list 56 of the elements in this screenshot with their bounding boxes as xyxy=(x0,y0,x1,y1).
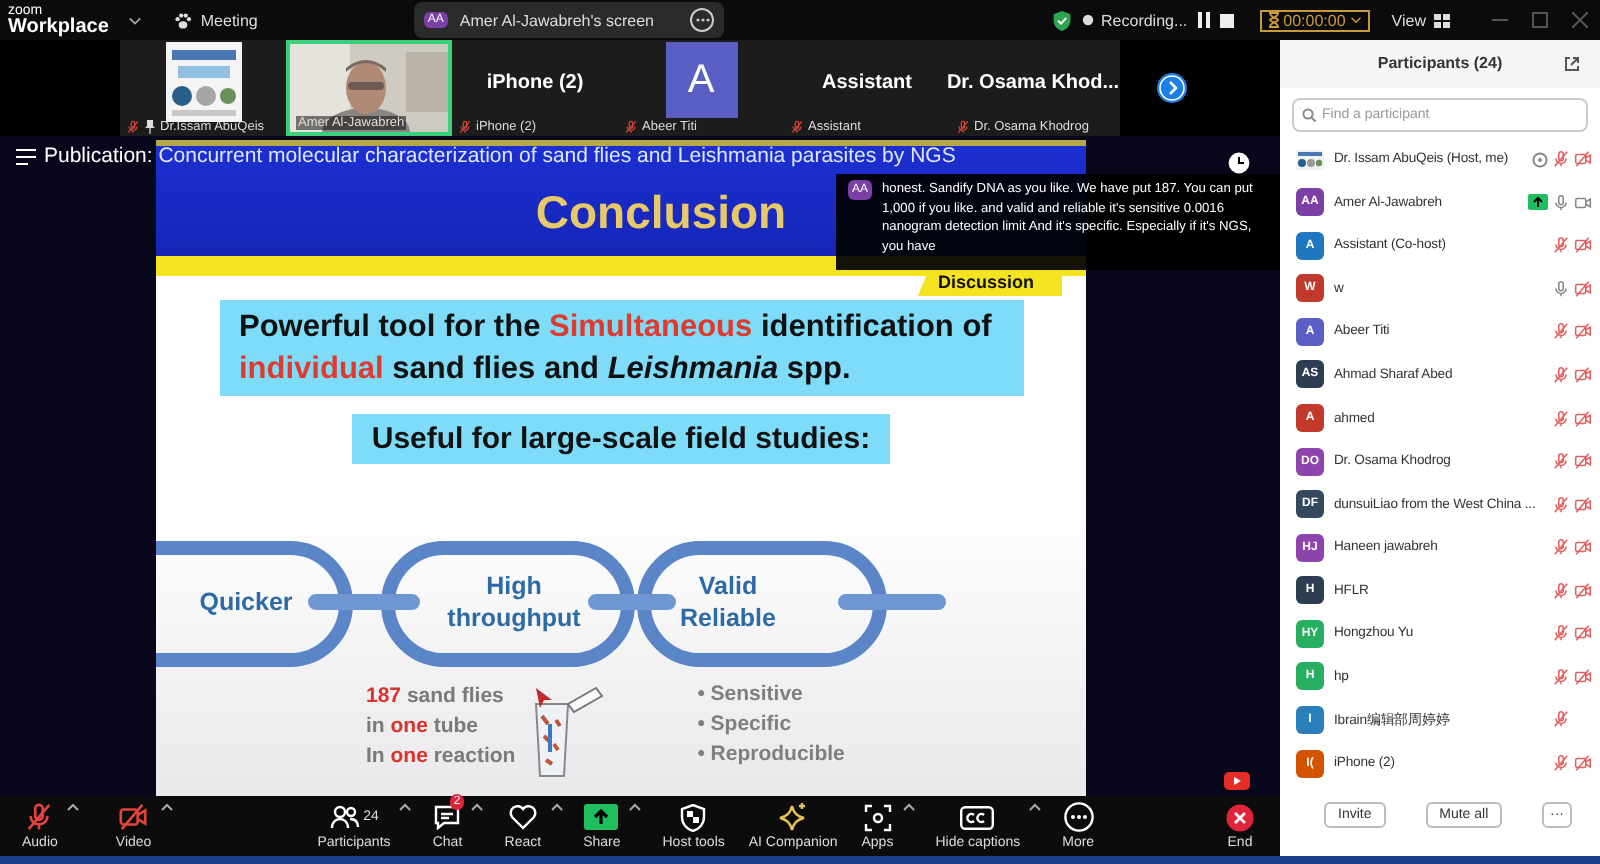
caret-icon[interactable] xyxy=(626,802,645,812)
share-title: Publication: Concurrent molecular characterization of sand flies and Leishmania parasites by NGS xyxy=(44,144,956,168)
pop-out-icon[interactable] xyxy=(1564,56,1580,72)
next-page-icon[interactable] xyxy=(1156,72,1188,104)
more-icon xyxy=(1063,802,1094,832)
search-icon xyxy=(1302,107,1316,122)
chain-link-label: Quicker xyxy=(197,586,295,620)
more-icon[interactable] xyxy=(690,8,714,32)
hourglass-icon xyxy=(1267,12,1280,28)
view-menu[interactable]: View xyxy=(1391,11,1450,29)
participants-icon xyxy=(329,804,360,830)
meeting-timer[interactable]: 00:00:00 xyxy=(1259,9,1370,31)
ai-icon xyxy=(778,802,809,832)
meeting-label: Meeting xyxy=(200,11,258,29)
avatar: A xyxy=(665,42,737,118)
slide-subheading: Useful for large-scale field studies: xyxy=(351,414,891,464)
slide-facts: 187 sand flies in one tube In one reaction xyxy=(366,682,516,772)
caret-icon[interactable] xyxy=(396,802,415,812)
caret-icon[interactable] xyxy=(899,802,918,812)
participant-name: Assistant xyxy=(821,71,912,93)
caret-icon[interactable] xyxy=(468,802,487,812)
react-icon xyxy=(507,804,538,830)
slide-heading: Conclusion xyxy=(535,186,787,242)
grid-icon xyxy=(1434,13,1450,27)
screen-share-icon xyxy=(1528,194,1548,211)
end-icon xyxy=(1226,803,1254,831)
captions-icon xyxy=(960,805,995,829)
chat-icon xyxy=(432,804,463,830)
caret-icon[interactable] xyxy=(547,802,566,812)
chain-link-label: High throughput xyxy=(445,570,583,636)
stop-icon[interactable] xyxy=(1219,13,1234,27)
product-name: Workplace xyxy=(8,20,109,36)
chevron-down-icon[interactable] xyxy=(1349,14,1362,26)
pause-icon[interactable] xyxy=(1197,12,1210,28)
play-icon[interactable] xyxy=(1224,772,1250,790)
close-icon[interactable] xyxy=(1572,12,1588,28)
participant-name: iPhone (2) xyxy=(486,71,584,93)
caret-icon[interactable] xyxy=(63,802,82,812)
maximize-icon[interactable] xyxy=(1532,12,1548,28)
slide-bullets: • Sensitive • Specific • Reproducible xyxy=(697,680,845,770)
cursor-icon xyxy=(536,688,552,708)
caret-icon[interactable] xyxy=(157,802,176,812)
share-icon xyxy=(584,804,619,830)
panel-title: Participants (24) xyxy=(1377,54,1503,73)
recording-indicator: Recording... xyxy=(1081,11,1188,29)
participant-name: Dr. Osama Khod... xyxy=(946,71,1120,93)
caret-icon[interactable] xyxy=(1026,802,1045,812)
paw-icon xyxy=(174,11,193,29)
host-icon xyxy=(680,803,707,831)
shield-icon xyxy=(1051,9,1072,31)
chain-link-label: Valid Reliable xyxy=(678,570,778,636)
slide-statement: Powerful tool for the Simultaneous identification of individual sand flies and Leishmania spp. xyxy=(219,300,1023,396)
menu-icon[interactable] xyxy=(16,147,36,165)
circle-dot-icon xyxy=(1532,151,1548,168)
apps-icon xyxy=(863,803,892,831)
chevron-down-icon[interactable] xyxy=(128,13,143,27)
